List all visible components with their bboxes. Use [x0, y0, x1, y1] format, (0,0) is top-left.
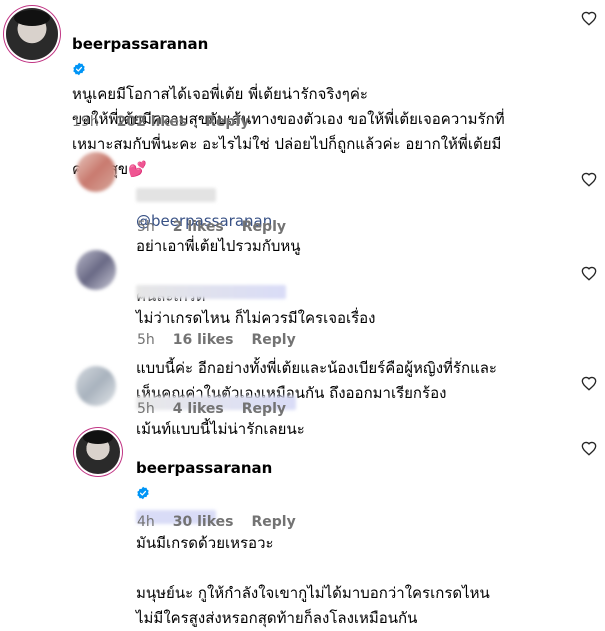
avatar[interactable]: [76, 152, 116, 192]
comment-time[interactable]: 5h: [137, 332, 155, 348]
comment-3-meta: 5h 16 likes Reply: [137, 332, 314, 348]
verified-icon: [73, 62, 85, 76]
comment-likes[interactable]: 2 likes: [173, 219, 224, 235]
comment-2-meta: 5h 2 likes Reply: [137, 219, 304, 235]
reply-button[interactable]: Reply: [205, 114, 249, 130]
comment-5-body: beerpassaranan มันมีเกรดด้วยเหรอวะ มนุษย…: [136, 431, 586, 631]
avatar[interactable]: [76, 430, 120, 474]
avatar[interactable]: [6, 8, 58, 60]
comment-text-line1: อย่าเอาพี่เต้ยไปรวมกับหนู: [136, 237, 301, 255]
comment-time[interactable]: 5h: [137, 219, 155, 235]
comment-4-meta: 5h 4 likes Reply: [137, 401, 304, 417]
reply-button[interactable]: Reply: [242, 401, 286, 417]
heart-icon[interactable]: [581, 441, 597, 457]
verified-icon: [137, 486, 149, 500]
comment-likes[interactable]: 16 likes: [173, 332, 234, 348]
comment-5-meta: 4h 30 likes Reply: [137, 514, 314, 530]
comment-1-meta: 19h 202 likes Reply: [72, 114, 267, 130]
comment-username[interactable]: beerpassaranan: [72, 35, 208, 53]
comment-username[interactable]: beerpassaranan: [136, 459, 272, 477]
reply-button[interactable]: Reply: [252, 514, 296, 530]
redacted-username: [136, 188, 216, 202]
comment-text-line1: มันมีเกรดด้วยเหรอวะ: [136, 534, 274, 552]
comment-text-rest: มนุษย์นะ กูให้กำลังใจเขากูไม่ได้มาบอกว่า…: [136, 584, 490, 627]
heart-icon[interactable]: [581, 266, 597, 282]
redacted-username: [136, 285, 286, 299]
comment-time[interactable]: 4h: [137, 514, 155, 530]
heart-icon[interactable]: [581, 376, 597, 392]
comment-likes[interactable]: 4 likes: [173, 401, 224, 417]
comment-text-line1: ไม่ว่าเกรดไหน ก็ไม่ควรมีใครเจอเรื่อง: [136, 309, 376, 327]
comment-time[interactable]: 5h: [137, 401, 155, 417]
comment-likes[interactable]: 202 likes: [117, 114, 187, 130]
comment-likes[interactable]: 30 likes: [173, 514, 234, 530]
heart-icon[interactable]: [581, 11, 597, 27]
comment-1-body: beerpassaranan หนูเคยมีโอกาสได้เจอพี่เต้…: [72, 7, 592, 182]
avatar[interactable]: [76, 250, 116, 290]
reply-button[interactable]: Reply: [252, 332, 296, 348]
avatar[interactable]: [76, 366, 116, 406]
comment-time[interactable]: 19h: [72, 114, 99, 130]
heart-icon[interactable]: [581, 172, 597, 188]
reply-button[interactable]: Reply: [242, 219, 286, 235]
